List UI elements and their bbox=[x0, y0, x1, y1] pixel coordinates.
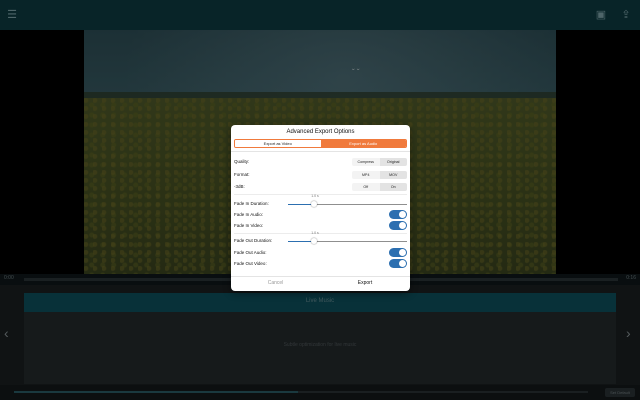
fade-in-audio-label: Fade In Audio: bbox=[234, 212, 264, 217]
toggle-knob bbox=[399, 260, 406, 267]
fade-out-duration-value: 1.0 s bbox=[311, 231, 319, 235]
quality-label: Quality: bbox=[234, 159, 250, 164]
cancel-button[interactable]: Cancel bbox=[231, 276, 320, 291]
fade-in-duration-label: Fade In Duration: bbox=[234, 201, 269, 206]
fade-out-duration-slider-thumb[interactable] bbox=[311, 238, 318, 244]
db-segmented-control: Off On bbox=[352, 183, 407, 191]
fade-out-audio-label: Fade Out Audio: bbox=[234, 250, 267, 255]
format-mp4-option[interactable]: MP4 bbox=[352, 171, 380, 179]
db-off-option[interactable]: Off bbox=[352, 183, 380, 191]
toggle-knob bbox=[399, 249, 406, 256]
fade-in-duration-value: 1.0 s bbox=[311, 194, 319, 198]
fade-out-duration-label: Fade Out Duration: bbox=[234, 238, 273, 243]
toggle-knob bbox=[399, 222, 406, 229]
db-on-option[interactable]: On bbox=[379, 183, 407, 191]
export-as-audio-tab[interactable]: Export as Audio bbox=[320, 140, 406, 147]
dialog-title: Advanced Export Options bbox=[286, 129, 355, 135]
format-label: Format: bbox=[234, 172, 250, 177]
fade-out-audio-toggle[interactable] bbox=[389, 248, 407, 257]
quality-original-option[interactable]: Original bbox=[379, 158, 407, 166]
fade-in-duration-slider-thumb[interactable] bbox=[311, 201, 318, 207]
export-button[interactable]: Export bbox=[320, 276, 410, 291]
format-mov-option[interactable]: MOV bbox=[379, 171, 407, 179]
db-label: -3dB: bbox=[234, 184, 245, 189]
export-as-video-tab[interactable]: Export as Video bbox=[235, 140, 321, 147]
advanced-export-dialog: Advanced Export Options Export as Video … bbox=[231, 125, 410, 291]
fade-out-video-toggle[interactable] bbox=[389, 259, 407, 268]
quality-segmented-control: Compress Original bbox=[352, 158, 407, 166]
divider bbox=[231, 151, 410, 152]
toggle-knob bbox=[399, 211, 406, 218]
quality-compress-option[interactable]: Compress bbox=[352, 158, 380, 166]
fade-in-video-label: Fade In Video: bbox=[234, 223, 264, 228]
fade-in-audio-toggle[interactable] bbox=[389, 210, 407, 219]
export-type-segmented-control: Export as Video Export as Audio bbox=[234, 139, 407, 148]
fade-in-video-toggle[interactable] bbox=[389, 221, 407, 230]
fade-out-video-label: Fade Out Video: bbox=[234, 261, 267, 266]
format-segmented-control: MP4 MOV bbox=[352, 171, 407, 179]
